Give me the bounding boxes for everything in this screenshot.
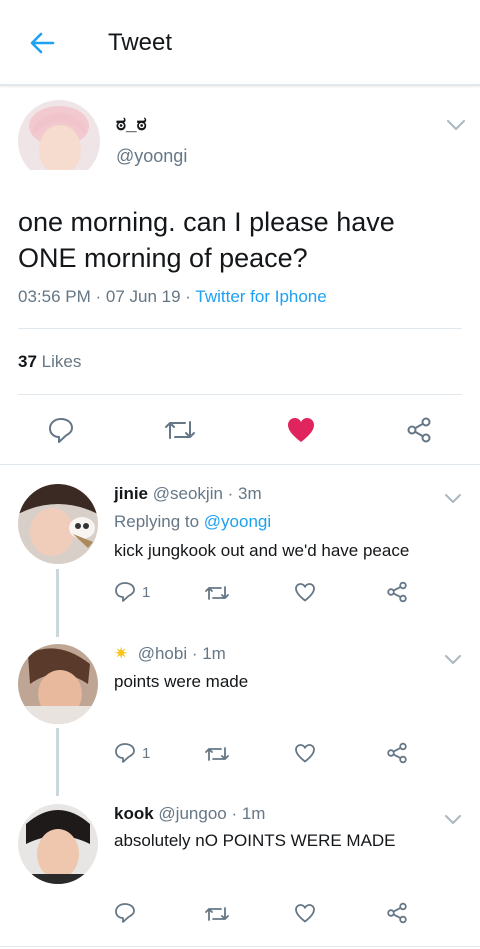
reply-options-button[interactable] (444, 652, 462, 670)
reply-name[interactable]: kook (114, 804, 154, 823)
username: @yoongi (116, 146, 188, 166)
share-button[interactable] (386, 742, 408, 764)
like-button[interactable] (294, 582, 316, 602)
reply-icon (115, 743, 135, 763)
reply-time: 1m (241, 804, 266, 823)
page-title: Tweet (108, 29, 173, 56)
reply-icon (115, 582, 135, 602)
chevron-down-icon (445, 655, 461, 664)
reply-header: jinie @seokjin · 3m (114, 484, 262, 503)
reply-button[interactable]: 1 (114, 581, 150, 603)
reply-tweet[interactable]: ✷ @hobi · 1m points were made 1 (0, 630, 480, 796)
replying-to: Replying to @yoongi (114, 512, 271, 532)
avatar[interactable] (18, 644, 98, 724)
like-button[interactable] (294, 903, 316, 923)
likes-stat[interactable]: 37 Likes (18, 352, 81, 372)
reply-options-button[interactable] (444, 812, 462, 830)
heart-icon (288, 418, 314, 442)
reply-icon (49, 418, 73, 443)
reply-handle[interactable]: @jungoo (158, 804, 226, 823)
replying-to-link[interactable]: @yoongi (204, 512, 271, 531)
reply-time: 3m (238, 484, 262, 503)
retweet-icon (165, 421, 195, 439)
divider (18, 394, 462, 395)
reply-text: kick jungkook out and we'd have peace (114, 541, 410, 560)
like-button[interactable] (284, 413, 318, 447)
share-icon (387, 742, 407, 764)
thread-line (56, 728, 59, 796)
chevron-down-icon (447, 120, 465, 130)
main-tweet: ಠ_ಠ @yoongi one morning. can I please ha… (0, 86, 480, 464)
reply-count: 1 (142, 744, 151, 762)
reply-text: absolutely nO POINTS WERE MADE (114, 831, 396, 850)
tweet-date: 07 Jun 19 (105, 287, 181, 306)
avatar[interactable] (18, 804, 98, 884)
thread-line (56, 569, 59, 637)
reply-header: ✷ @hobi · 1m (114, 644, 226, 663)
tweet-meta: 03:56 PM · 07 Jun 19 · Twitter for Iphon… (18, 287, 327, 306)
share-icon (407, 417, 431, 443)
retweet-icon (205, 586, 229, 600)
sun-emoji-icon: ✷ (114, 644, 129, 663)
chevron-down-icon (445, 494, 461, 503)
retweet-icon (205, 747, 229, 761)
reply-icon (115, 903, 135, 923)
reply-header: kook @jungoo · 1m (114, 804, 266, 823)
reply-text: points were made (114, 672, 249, 691)
section-divider (0, 946, 480, 947)
reply-time: 1m (202, 644, 226, 663)
reply-button[interactable] (114, 902, 136, 924)
replying-to-label: Replying to (114, 512, 200, 531)
avatar[interactable] (18, 484, 98, 564)
likes-count: 37 (18, 352, 37, 371)
chevron-down-icon (445, 815, 461, 824)
tweet-source[interactable]: Twitter for Iphone (195, 287, 326, 306)
reply-handle[interactable]: @hobi (138, 644, 187, 663)
like-button[interactable] (294, 743, 316, 763)
display-name: ಠ_ಠ (116, 114, 147, 135)
heart-icon (295, 583, 315, 602)
retweet-button[interactable] (204, 583, 230, 603)
heart-icon (295, 744, 315, 763)
tweet-options-button[interactable] (446, 118, 466, 136)
share-button[interactable] (402, 413, 436, 447)
heart-icon (295, 904, 315, 923)
divider (18, 328, 462, 329)
share-icon (387, 581, 407, 603)
reply-name[interactable]: jinie (114, 484, 148, 503)
top-app-bar: Tweet (0, 0, 480, 86)
likes-label: Likes (41, 352, 82, 371)
reply-tweet[interactable]: kook @jungoo · 1m absolutely nO POINTS W… (0, 790, 480, 940)
reply-handle[interactable]: @seokjin (153, 484, 223, 503)
retweet-button[interactable] (204, 904, 230, 924)
share-button[interactable] (386, 902, 408, 924)
share-icon (387, 902, 407, 924)
tweet-text: one morning. can I please have ONE morni… (18, 207, 395, 273)
back-button[interactable] (26, 28, 58, 58)
retweet-button[interactable] (204, 744, 230, 764)
avatar[interactable] (18, 100, 100, 182)
retweet-button[interactable] (162, 413, 198, 447)
reply-button[interactable] (44, 413, 78, 447)
share-button[interactable] (386, 581, 408, 603)
reply-options-button[interactable] (444, 491, 462, 509)
reply-button[interactable]: 1 (114, 742, 150, 764)
back-arrow-icon (30, 32, 55, 54)
reply-tweet[interactable]: jinie @seokjin · 3m Replying to @yoongi … (0, 465, 480, 637)
reply-count: 1 (142, 583, 151, 601)
retweet-icon (205, 907, 229, 921)
tweet-time: 03:56 PM (18, 287, 91, 306)
